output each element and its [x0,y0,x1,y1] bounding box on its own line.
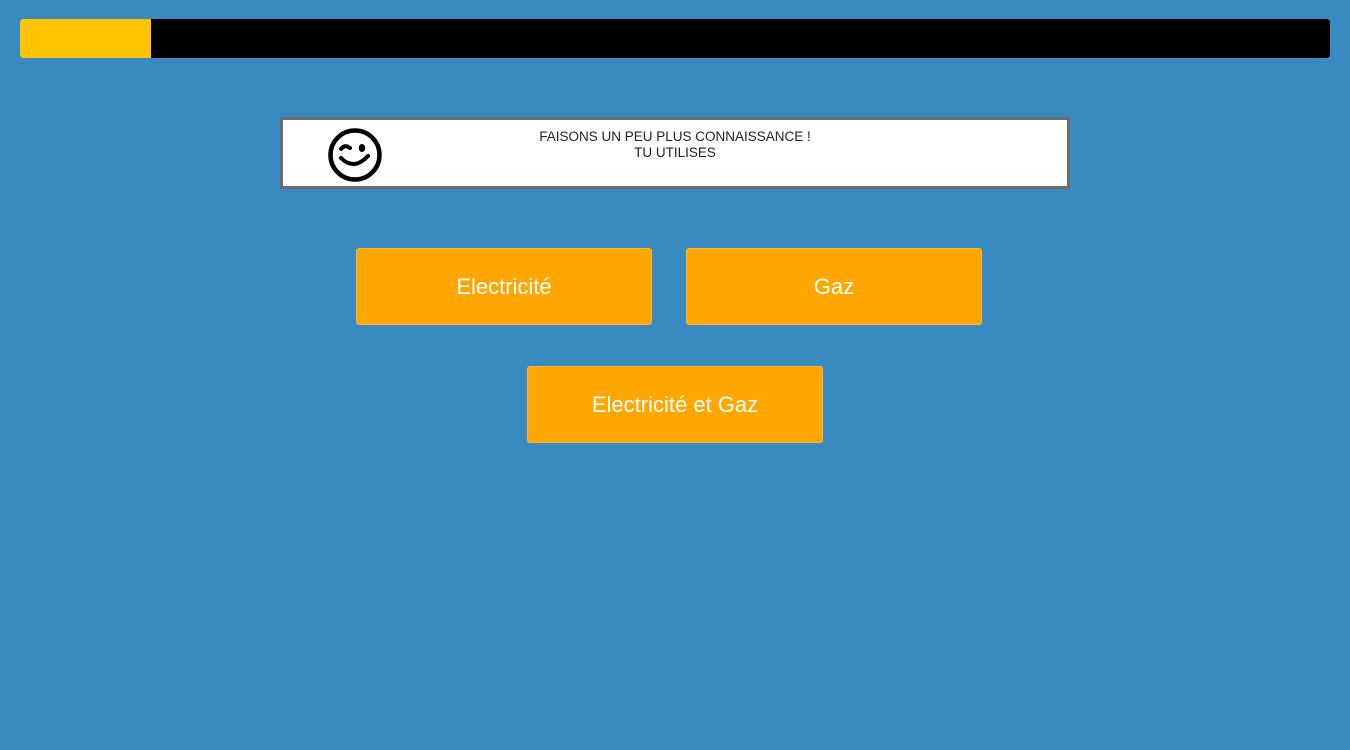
electricite-et-gaz-button[interactable]: Electricité et Gaz [527,366,823,443]
message-title: FAISONS UN PEU PLUS CONNAISSANCE ! [539,129,811,144]
progress-bar [20,19,1330,58]
message-text: FAISONS UN PEU PLUS CONNAISSANCE ! TU UT… [283,129,1067,161]
electricite-button[interactable]: Electricité [356,248,652,325]
progress-bar-fill [20,19,151,58]
electricite-et-gaz-button-label: Electricité et Gaz [591,391,759,417]
gaz-button[interactable]: Gaz [686,248,982,325]
message-question: TU UTILISES [634,145,716,160]
message-box: FAISONS UN PEU PLUS CONNAISSANCE ! TU UT… [280,117,1070,189]
gaz-button-label: Gaz [813,273,855,299]
electricite-button-label: Electricité [456,273,552,299]
